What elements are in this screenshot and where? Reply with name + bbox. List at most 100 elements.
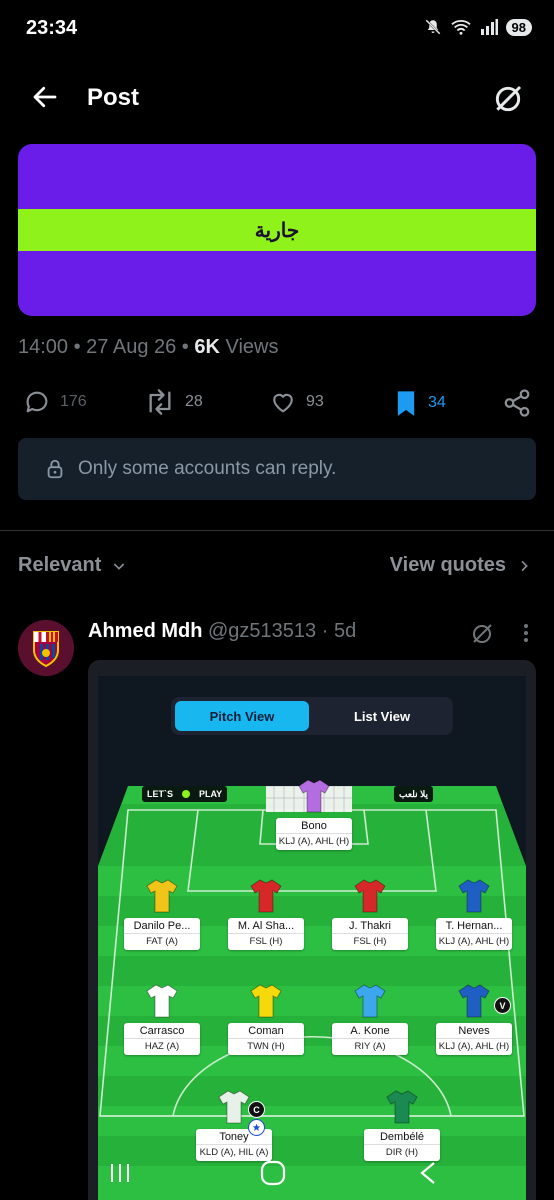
- fantasy-logo-icon: [182, 790, 190, 798]
- player-fixture: FAT (A): [146, 936, 178, 947]
- grok-icon: [495, 85, 522, 112]
- player-card[interactable]: Bono KLJ (A), AHL (H): [274, 778, 354, 850]
- post-actions: 176 28 93 34: [0, 388, 554, 418]
- view-quotes-link[interactable]: View quotes: [390, 554, 532, 577]
- repost-button[interactable]: 28: [143, 388, 203, 416]
- jersey-icon: [458, 984, 490, 1018]
- player-card[interactable]: Coman TWN (H): [226, 983, 306, 1055]
- status-icons: 98: [424, 18, 532, 36]
- repost-icon: [149, 389, 171, 415]
- share-button[interactable]: [502, 388, 532, 418]
- player-info: Coman TWN (H): [228, 1023, 304, 1055]
- jersey-icon: [386, 1090, 418, 1124]
- like-button[interactable]: 93: [268, 388, 324, 416]
- jersey-icon: [250, 984, 282, 1018]
- player-fixture: KLJ (A), AHL (H): [438, 936, 510, 947]
- jersey-icon: [458, 879, 490, 913]
- club-crest-icon: [18, 620, 74, 676]
- player-fixture: KLJ (A), AHL (H): [278, 836, 350, 847]
- reply-button[interactable]: 176: [22, 388, 87, 416]
- player-info: T. Hernan... KLJ (A), AHL (H): [436, 918, 512, 950]
- android-nav-bar: [88, 1130, 536, 1200]
- jersey-icon: [218, 1090, 250, 1124]
- status-time: 23:34: [26, 17, 78, 39]
- jersey-icon: [354, 984, 386, 1018]
- view-quotes-label: View quotes: [389, 554, 506, 576]
- player-name: M. Al Sha...: [228, 918, 304, 934]
- player-name: T. Hernan...: [436, 918, 512, 934]
- sort-dropdown[interactable]: Relevant: [18, 554, 127, 577]
- recent-apps-icon[interactable]: [108, 1162, 132, 1184]
- back-nav-icon[interactable]: [418, 1161, 438, 1185]
- bookmark-icon: [397, 391, 415, 416]
- sponsor-left-text-b: PLAY: [199, 789, 223, 799]
- back-button[interactable]: [30, 82, 60, 117]
- more-options-button[interactable]: [522, 622, 530, 650]
- jersey-icon: [146, 879, 178, 913]
- chevron-right-icon: [521, 560, 528, 571]
- comment-icon: [26, 391, 48, 413]
- player-name: Danilo Pe...: [124, 918, 200, 934]
- views-count: 6K: [194, 336, 220, 358]
- player-card[interactable]: J. Thakri FSL (H): [330, 878, 410, 950]
- player-info: A. Kone RIY (A): [332, 1023, 408, 1055]
- repost-count: 28: [185, 393, 203, 410]
- tab-list-view[interactable]: List View: [317, 701, 447, 731]
- signal-icon: [480, 19, 498, 35]
- player-card[interactable]: A. Kone RIY (A): [330, 983, 410, 1055]
- player-card[interactable]: M. Al Sha... FSL (H): [226, 878, 306, 950]
- views-label: Views: [219, 336, 279, 358]
- vice-captain-badge: V: [494, 997, 511, 1014]
- arrow-left-icon: [33, 86, 57, 108]
- player-info: Neves KLJ (A), AHL (H): [436, 1023, 512, 1055]
- player-info: J. Thakri FSL (H): [332, 918, 408, 950]
- player-card[interactable]: Carrasco HAZ (A): [122, 983, 202, 1055]
- player-fixture: TWN (H): [247, 1041, 285, 1052]
- bookmark-count: 34: [428, 394, 446, 411]
- page-title: Post: [87, 84, 140, 111]
- player-name: Neves: [436, 1023, 512, 1039]
- player-card[interactable]: Neves KLJ (A), AHL (H): [434, 983, 514, 1055]
- divider: [0, 530, 554, 531]
- bookmark-button[interactable]: 34: [392, 388, 446, 418]
- player-fixture: FSL (H): [353, 936, 387, 947]
- heart-icon: [273, 393, 293, 413]
- reply-count: 176: [60, 393, 87, 410]
- player-name: Carrasco: [124, 1023, 200, 1039]
- player-card[interactable]: Danilo Pe... FAT (A): [122, 878, 202, 950]
- mute-icon: [424, 19, 441, 35]
- post-meta: 14:00 • 27 Aug 26 • 6K Views: [18, 336, 279, 359]
- captain-badge: C: [248, 1101, 265, 1118]
- post-timestamp: 14:00 • 27 Aug 26 •: [18, 336, 195, 358]
- reply-header: Ahmed Mdh @gz513513 · 5d: [88, 620, 356, 643]
- jersey-icon: [354, 879, 386, 913]
- reply-age: · 5d: [321, 620, 357, 642]
- chevron-down-icon: [114, 562, 125, 570]
- player-name: Coman: [228, 1023, 304, 1039]
- player-name: Bono: [276, 818, 352, 834]
- jersey-icon: [250, 879, 282, 913]
- reply-restriction-notice: Only some accounts can reply.: [18, 438, 536, 500]
- player-name: A. Kone: [332, 1023, 408, 1039]
- post-image[interactable]: جارية: [18, 144, 536, 316]
- share-icon: [504, 389, 530, 417]
- avatar[interactable]: [18, 620, 74, 676]
- home-icon[interactable]: [260, 1160, 286, 1186]
- reply-author-name[interactable]: Ahmed Mdh: [88, 620, 202, 642]
- player-info: Bono KLJ (A), AHL (H): [276, 818, 352, 850]
- reply-restriction-text: Only some accounts can reply.: [78, 458, 337, 479]
- reply-grok-button[interactable]: [470, 622, 494, 651]
- player-info: M. Al Sha... FSL (H): [228, 918, 304, 950]
- fantasy-screenshot: Pitch View List View LET`S PLAY يلا نلعب…: [98, 676, 526, 1200]
- jersey-icon: [298, 779, 330, 813]
- grok-button[interactable]: [492, 83, 524, 120]
- player-fixture: KLJ (A), AHL (H): [438, 1041, 510, 1052]
- reply-image[interactable]: Pitch View List View LET`S PLAY يلا نلعب…: [88, 660, 536, 1200]
- view-toggle: Pitch View List View: [171, 697, 453, 735]
- banner-text: جارية: [18, 209, 536, 251]
- tab-pitch-view[interactable]: Pitch View: [175, 701, 309, 731]
- reply-author-handle[interactable]: @gz513513: [208, 620, 316, 642]
- grok-icon: [473, 624, 492, 643]
- sort-label: Relevant: [18, 554, 102, 576]
- player-card[interactable]: T. Hernan... KLJ (A), AHL (H): [434, 878, 514, 950]
